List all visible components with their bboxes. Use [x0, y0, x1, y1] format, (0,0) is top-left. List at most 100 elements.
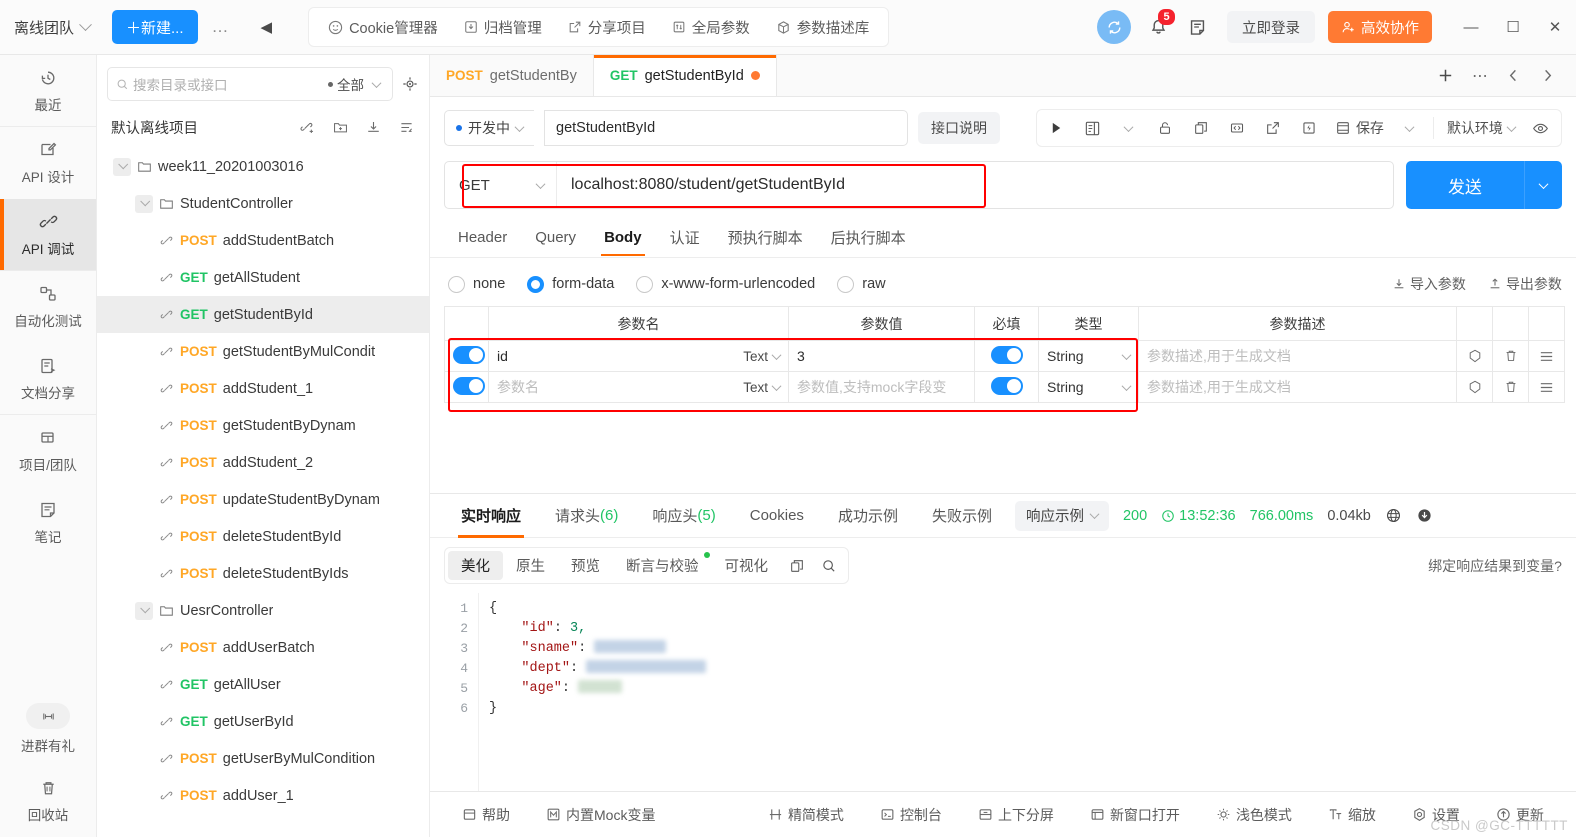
format-preview[interactable]: 预览	[558, 551, 613, 580]
sync-button[interactable]	[1097, 10, 1131, 44]
tab-more-button[interactable]: ⋯	[1464, 55, 1496, 97]
response-tab-response-headers[interactable]: 响应头 (5)	[635, 494, 732, 538]
help-button[interactable]: 帮助	[444, 805, 528, 825]
cell-type[interactable]: String	[1038, 340, 1139, 372]
row-enable-toggle[interactable]	[453, 376, 485, 395]
body-type-form-data[interactable]: form-data	[527, 275, 614, 293]
sidebar-item-doc-share[interactable]: 文档分享	[0, 343, 96, 415]
tree-api-node[interactable]: POST getStudentByMulCondit	[97, 333, 429, 370]
format-raw[interactable]: 原生	[503, 551, 558, 580]
doc-view-dropdown[interactable]	[1111, 110, 1147, 146]
sidebar-item-trash[interactable]: 回收站	[0, 765, 96, 837]
globe-icon[interactable]	[1385, 507, 1402, 524]
team-selector[interactable]: 离线团队	[14, 17, 92, 38]
zoom-button[interactable]: 缩放	[1310, 805, 1394, 825]
coop-button[interactable]: 高效协作	[1328, 11, 1432, 43]
tree-api-node[interactable]: POST getStudentByDynam	[97, 407, 429, 444]
run-button[interactable]	[1039, 110, 1075, 146]
format-visualize[interactable]: 可视化	[712, 551, 782, 580]
url-input[interactable]: localhost:8080/student/getStudentById	[557, 162, 1393, 208]
drag-handle-icon[interactable]	[1537, 348, 1556, 365]
console-button[interactable]: 控制台	[862, 805, 960, 825]
compact-mode-button[interactable]: 精简模式	[750, 805, 862, 825]
tree-api-node[interactable]: POST deleteStudentByIds	[97, 555, 429, 592]
tree-api-node[interactable]: POST addStudent_1	[97, 370, 429, 407]
tab-query[interactable]: Query	[521, 219, 590, 255]
tab-pre-script[interactable]: 预执行脚本	[714, 217, 817, 257]
tree-api-node[interactable]: GET getAllUser	[97, 666, 429, 703]
env-select[interactable]: 默认环境	[1439, 110, 1523, 146]
tree-api-node[interactable]: GET getStudentById	[97, 296, 429, 333]
add-tab-button[interactable]	[1430, 55, 1462, 97]
copy-button[interactable]	[1183, 110, 1219, 146]
mock-vars-button[interactable]: 内置Mock变量	[528, 805, 673, 825]
tree-api-node[interactable]: POST getUserByMulCondition	[97, 740, 429, 777]
code-button[interactable]	[1219, 110, 1255, 146]
api-status-select[interactable]: 开发中	[444, 110, 534, 146]
tab-prev-button[interactable]	[1498, 55, 1530, 97]
row-required-toggle[interactable]	[990, 376, 1023, 395]
tree-api-node[interactable]: POST deleteStudentById	[97, 518, 429, 555]
export-button[interactable]	[1255, 110, 1291, 146]
row-enable-toggle[interactable]	[453, 345, 485, 364]
sidebar-item-recent[interactable]: 最近	[0, 55, 96, 127]
response-json[interactable]: { "id": 3, "sname": "dept": "age": }	[478, 593, 1562, 791]
sidebar-item-api-design[interactable]: API 设计	[0, 127, 96, 199]
maximize-button[interactable]: ☐	[1492, 0, 1534, 55]
save-dropdown[interactable]	[1392, 110, 1428, 146]
tree-api-node[interactable]: POST addStudentBatch	[97, 222, 429, 259]
cell-drag[interactable]	[1528, 371, 1565, 403]
lock-button[interactable]	[1147, 110, 1183, 146]
tree-api-node[interactable]: GET getAllStudent	[97, 259, 429, 296]
cell-param-value[interactable]: 参数值,支持mock字段变	[788, 371, 975, 403]
request-tab-active[interactable]: GET getStudentById	[593, 55, 777, 96]
cell-param-lib[interactable]	[1456, 340, 1493, 372]
request-tab-inactive[interactable]: POST getStudentBy	[430, 55, 594, 96]
response-tab-cookies[interactable]: Cookies	[733, 494, 821, 538]
tab-body[interactable]: Body	[590, 219, 656, 256]
light-mode-button[interactable]: 浅色模式	[1198, 805, 1310, 825]
tree-api-node[interactable]: GET getUserById	[97, 703, 429, 740]
tree-api-node[interactable]: POST updateStudentByDynam	[97, 481, 429, 518]
send-options-button[interactable]	[1523, 161, 1562, 209]
more-menu-button[interactable]: …	[198, 17, 245, 37]
export-params-button[interactable]: 导出参数	[1488, 274, 1562, 294]
back-button[interactable]: ◀	[245, 18, 289, 36]
new-button[interactable]: ＋新建...	[112, 10, 198, 44]
bind-response-variable-link[interactable]: 绑定响应结果到变量?	[1428, 556, 1562, 576]
cell-description[interactable]: 参数描述,用于生成文档	[1138, 340, 1457, 372]
search-response-icon[interactable]	[813, 554, 845, 578]
search-scope-select[interactable]: 全部	[328, 74, 364, 94]
cell-param-value[interactable]: 3	[788, 340, 975, 372]
import-params-button[interactable]: 导入参数	[1392, 274, 1466, 294]
chevron-down-icon[interactable]	[113, 157, 131, 176]
api-name-input[interactable]: getStudentById	[544, 110, 908, 146]
api-description-button[interactable]: 接口说明	[918, 112, 1000, 144]
tree-folder-node[interactable]: StudentController	[97, 185, 429, 222]
response-tab-realtime[interactable]: 实时响应	[444, 494, 538, 538]
save-button[interactable]: 保存	[1327, 110, 1392, 146]
param-name-input[interactable]: 参数名	[497, 377, 743, 397]
delete-row-icon[interactable]	[1501, 379, 1520, 395]
tree-api-node[interactable]: POST addUserBatch	[97, 629, 429, 666]
tab-post-script[interactable]: 后执行脚本	[817, 217, 920, 257]
close-button[interactable]: ✕	[1534, 0, 1576, 55]
cell-type[interactable]: String	[1038, 371, 1139, 403]
cell-param-name[interactable]: id Text	[488, 340, 789, 372]
cell-delete[interactable]	[1492, 371, 1529, 403]
cell-drag[interactable]	[1528, 340, 1565, 372]
new-window-button[interactable]: 新窗口打开	[1072, 805, 1198, 825]
tree-api-node[interactable]: POST addUser_1	[97, 777, 429, 814]
sidebar-item-automation[interactable]: 自动化测试	[0, 271, 96, 343]
response-tab-request-headers[interactable]: 请求头 (6)	[538, 494, 635, 538]
locate-icon[interactable]	[401, 75, 419, 93]
tab-header[interactable]: Header	[444, 219, 521, 255]
cell-param-name[interactable]: 参数名 Text	[488, 371, 789, 403]
sidebar-item-notes[interactable]: 笔记	[0, 487, 96, 559]
row-required-toggle[interactable]	[990, 345, 1023, 364]
response-example-select[interactable]: 响应示例	[1014, 500, 1109, 531]
split-screen-button[interactable]: 上下分屏	[960, 805, 1072, 825]
response-tab-fail-example[interactable]: 失败示例	[915, 494, 1009, 538]
param-name-type-select[interactable]: Text	[743, 380, 782, 395]
tree-folder-node[interactable]: week11_20201003016	[97, 148, 429, 185]
